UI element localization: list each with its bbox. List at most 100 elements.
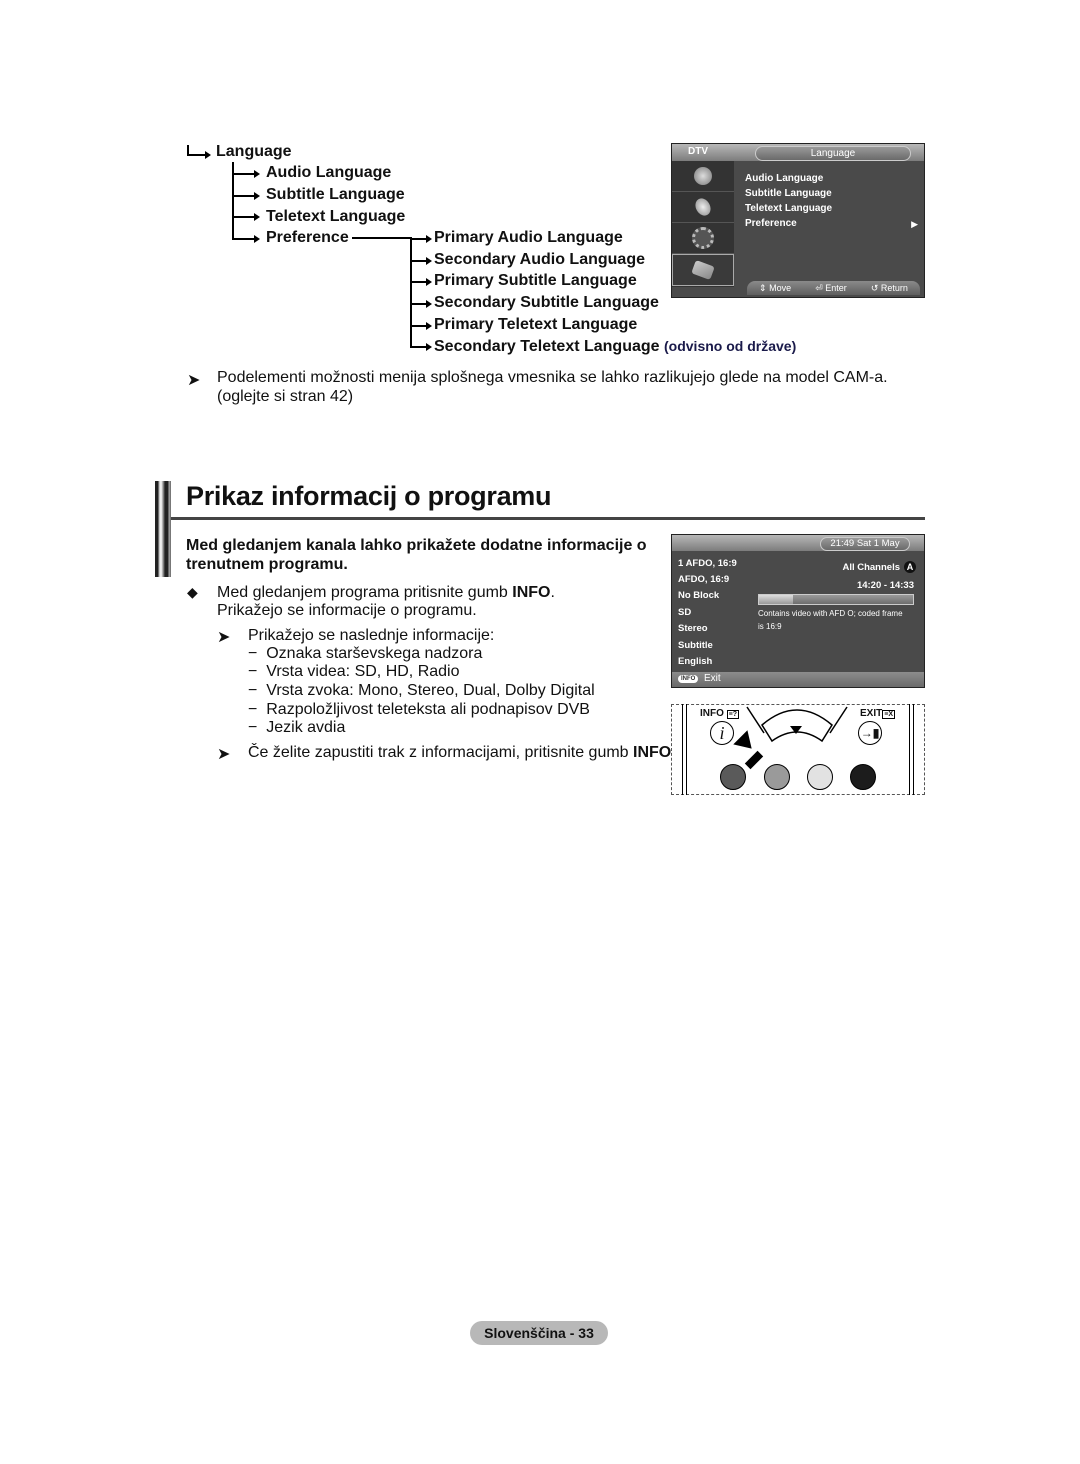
info-osd-line: English (678, 656, 713, 667)
osd-sidebar (672, 161, 734, 287)
cam-note-line1: Podelementi možnosti menija splošnega vm… (217, 369, 888, 386)
green-button[interactable] (764, 764, 790, 790)
osd-sidebar-item-language[interactable] (672, 254, 734, 286)
section-title: Prikaz informacij o programu (186, 481, 552, 511)
language-icon (691, 260, 715, 280)
info-intro: Prikažejo se naslednje informacije: (248, 627, 495, 644)
arrow-icon (254, 213, 260, 221)
tree-root: Language (216, 143, 292, 160)
submenu-arrow-icon: ▶ (911, 219, 918, 229)
info-list-item: − Razpoložljivost teleteksta ali podnapi… (248, 701, 590, 718)
osd-menu-subtitle-language[interactable]: Subtitle Language (745, 188, 832, 199)
remote-edge (909, 704, 914, 795)
page-number-badge: Slovenščina - 33 (470, 1321, 608, 1345)
program-progress-fill (759, 595, 793, 604)
info-osd-description-line1: Contains video with AFD O; coded frame (758, 609, 903, 618)
tree-item-secondary-audio: Secondary Audio Language (434, 251, 645, 268)
arrow-icon (426, 322, 432, 330)
info-list-item: − Oznaka starševskega nadzora (248, 645, 483, 662)
osd-footer-move: ⇕ Move (759, 283, 791, 294)
remote-control-illustration: INFO ≡? EXIT ≡X i →▮ (671, 704, 925, 795)
info-osd-line: No Block (678, 590, 720, 601)
info-osd-header: 21:49 Sat 1 May (672, 535, 924, 551)
tree-item-secondary-teletext: Secondary Teletext Language (odvisno od … (434, 338, 796, 356)
program-progress-bar (758, 594, 914, 605)
guide-icon: ≡? (726, 710, 740, 719)
yellow-button[interactable] (807, 764, 833, 790)
info-osd-exit-label[interactable]: Exit (704, 673, 721, 684)
arrow-icon (254, 192, 260, 200)
exit-button[interactable]: →▮ (858, 721, 882, 745)
cam-note-arrow-icon: ➤ (187, 372, 201, 389)
osd-sidebar-item-antenna[interactable] (672, 192, 734, 223)
osd-title: Language (755, 146, 911, 161)
exit-label-text: EXIT (860, 708, 883, 719)
osd-menu-teletext-language[interactable]: Teletext Language (745, 203, 832, 214)
tree-item-preference: Preference (266, 229, 349, 246)
enter-icon: ⏎ (815, 282, 823, 293)
info-list-text: Oznaka starševskega nadzora (266, 645, 483, 662)
info-list-text: Jezik avdia (266, 719, 346, 736)
info-list-item: − Jezik avdia (248, 719, 346, 736)
info-key-label: INFO (512, 584, 551, 601)
tree-item-audio-language: Audio Language (266, 164, 392, 181)
country-note: (odvisno od države) (664, 338, 797, 354)
section-intro-line1: Med gledanjem kanala lahko prikažete dod… (186, 537, 647, 554)
tree-item-subtitle-language: Subtitle Language (266, 186, 405, 203)
exit-box-icon: ≡X (882, 710, 895, 719)
arrow-icon (426, 257, 432, 265)
tree-item-teletext-language: Teletext Language (266, 208, 406, 225)
exit-instruction: Če želite zapustiti trak z informacijami… (248, 744, 676, 762)
arrow-icon (254, 170, 260, 178)
blue-button[interactable] (850, 764, 876, 790)
note-arrow-icon: ➤ (217, 629, 231, 646)
info-osd-footer: INFO Exit (672, 672, 924, 687)
info-osd-line: 1 AFDO, 16:9 (678, 558, 737, 569)
osd-footer: ⇕ Move ⏎ Enter ↺ Return (747, 281, 920, 295)
tree-connector (410, 237, 412, 347)
info-button[interactable]: i (710, 721, 734, 745)
info-osd-line: SD (678, 607, 692, 618)
exit-text: Če želite zapustiti trak z informacijami… (248, 744, 634, 761)
section-bar-decoration (155, 481, 171, 577)
osd-menu-preference[interactable]: Preference (745, 218, 797, 229)
arrow-icon (426, 235, 432, 243)
info-osd-screen: 21:49 Sat 1 May 1 AFDO, 16:9 AFDO, 16:9 … (671, 534, 925, 688)
arrow-icon (426, 300, 432, 308)
osd-sidebar-item-channel[interactable] (672, 161, 734, 192)
info-osd-channels: All Channels (842, 562, 900, 573)
arrow-icon (426, 278, 432, 286)
move-label: Move (769, 282, 792, 293)
info-list-text: Razpoložljivost teleteksta ali podnapiso… (266, 701, 590, 718)
section-rule (171, 517, 925, 520)
section-intro-line2: trenutnem programu. (186, 556, 348, 573)
info-list-item: − Vrsta videa: SD, HD, Radio (248, 663, 460, 680)
info-key-icon: INFO (678, 675, 699, 683)
tree-item-primary-teletext: Primary Teletext Language (434, 316, 638, 333)
arrow-icon (426, 343, 432, 351)
exit-door-icon: →▮ (860, 726, 880, 740)
tree-connector (187, 154, 207, 156)
secondary-teletext-label: Secondary Teletext Language (434, 338, 660, 355)
osd-sidebar-item-setup[interactable] (672, 223, 734, 254)
remote-edge (682, 704, 687, 795)
info-list-text: Vrsta zvoka: Mono, Stereo, Dual, Dolby D… (266, 682, 595, 699)
osd-source-label: DTV (688, 146, 708, 157)
diamond-bullet-icon: ◆ (187, 584, 198, 600)
step-line2: Prikažejo se informacije o programu. (217, 602, 477, 619)
info-key-label: INFO (633, 744, 672, 761)
navigation-pad[interactable] (742, 703, 852, 747)
remote-exit-label: EXIT ≡X (860, 708, 895, 719)
return-label: Return (880, 282, 908, 293)
language-osd-screen: DTV Language Audio Language Subtitle Lan… (671, 143, 925, 298)
osd-footer-enter: ⏎ Enter (815, 283, 847, 294)
satellite-dish-icon (694, 167, 712, 185)
osd-menu-audio-language[interactable]: Audio Language (745, 173, 823, 184)
down-arrow-icon[interactable] (790, 726, 802, 734)
red-button[interactable] (720, 764, 746, 790)
step-line1: Med gledanjem programa pritisnite gumb I… (217, 584, 555, 602)
remote-info-label: INFO ≡? (700, 708, 740, 719)
enter-label: Enter (825, 282, 847, 293)
info-osd-line: AFDO, 16:9 (678, 574, 730, 585)
arrow-icon (205, 151, 211, 159)
